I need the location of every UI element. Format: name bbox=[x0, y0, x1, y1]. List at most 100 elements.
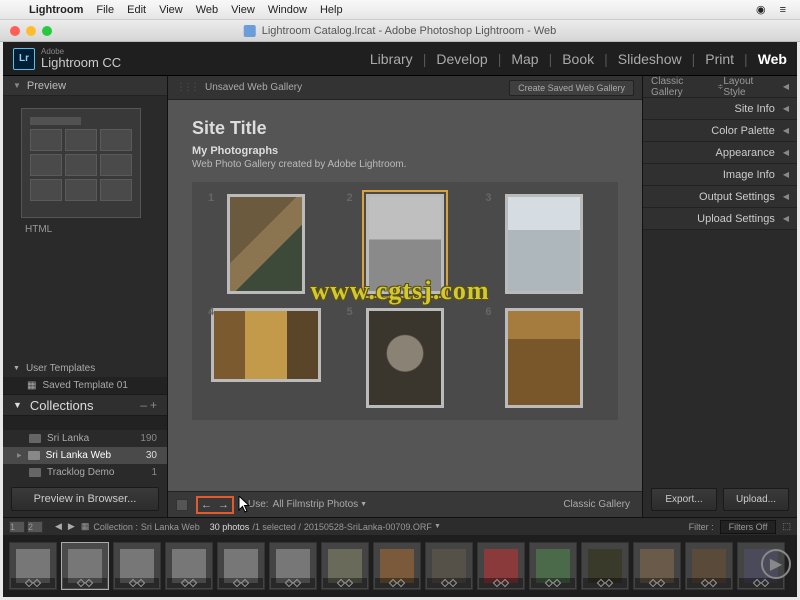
filmstrip-thumb-selected[interactable] bbox=[61, 542, 109, 590]
site-title[interactable]: Site Title bbox=[192, 118, 618, 139]
gallery-thumb[interactable]: 4 bbox=[204, 308, 329, 408]
filmstrip[interactable]: ▶ bbox=[3, 535, 797, 597]
filmstrip-thumb[interactable] bbox=[529, 542, 577, 590]
thumb-index: 4 bbox=[208, 306, 214, 318]
module-library[interactable]: Library bbox=[370, 51, 413, 67]
filmstrip-thumb[interactable] bbox=[165, 542, 213, 590]
collections-plus-icon[interactable]: + bbox=[150, 398, 157, 412]
filmstrip-thumb[interactable] bbox=[217, 542, 265, 590]
app-header: Lr AdobeLightroom CC Library| Develop| M… bbox=[3, 42, 797, 76]
chevron-down-icon[interactable]: ▼ bbox=[434, 523, 441, 530]
use-label: Use: bbox=[248, 499, 269, 510]
chevron-down-icon: ▼ bbox=[13, 365, 20, 372]
menu-extras-icon[interactable]: ≡ bbox=[780, 4, 786, 16]
filmstrip-thumb[interactable] bbox=[581, 542, 629, 590]
preview-panel-header[interactable]: ▼ Preview bbox=[3, 76, 167, 96]
preview-in-browser-button[interactable]: Preview in Browser... bbox=[11, 487, 159, 511]
collection-item-selected[interactable]: ▶ Sri Lanka Web 30 bbox=[3, 447, 167, 464]
filter-lock-icon[interactable]: ⬚ bbox=[782, 521, 791, 532]
gallery-thumbnail-grid: 1 2 3 4 5 6 bbox=[192, 182, 618, 420]
collection-title[interactable]: My Photographs bbox=[192, 145, 618, 157]
filmstrip-thumb[interactable] bbox=[425, 542, 473, 590]
export-button[interactable]: Export... bbox=[651, 488, 717, 511]
collections-panel-header[interactable]: ▼ Collections – + bbox=[3, 394, 167, 416]
gallery-state-label: Unsaved Web Gallery bbox=[205, 82, 302, 93]
prev-page-icon[interactable]: ← bbox=[201, 499, 212, 511]
collection-description[interactable]: Web Photo Gallery created by Adobe Light… bbox=[192, 159, 618, 170]
panel-appearance[interactable]: Appearance◀ bbox=[643, 142, 797, 164]
chevron-left-icon: ◀ bbox=[783, 104, 789, 113]
folder-icon bbox=[29, 468, 41, 477]
grid-icon[interactable]: ▦ bbox=[81, 521, 90, 532]
gallery-thumb[interactable]: 6 bbox=[481, 308, 606, 408]
menu-view-2[interactable]: View bbox=[231, 4, 255, 16]
menu-file[interactable]: File bbox=[96, 4, 114, 16]
template-thumbnail[interactable] bbox=[21, 108, 141, 218]
collection-name: Sri Lanka Web bbox=[46, 450, 111, 461]
collection-count: 1 bbox=[151, 467, 157, 478]
panel-output-settings[interactable]: Output Settings◀ bbox=[643, 186, 797, 208]
stop-icon[interactable] bbox=[176, 499, 188, 511]
panel-color-palette[interactable]: Color Palette◀ bbox=[643, 120, 797, 142]
filmstrip-thumb[interactable] bbox=[269, 542, 317, 590]
center-panel: ⋮⋮⋮ Unsaved Web Gallery Create Saved Web… bbox=[168, 76, 642, 517]
create-saved-gallery-button[interactable]: Create Saved Web Gallery bbox=[509, 80, 634, 96]
collections-minus-icon[interactable]: – bbox=[140, 398, 147, 412]
filmstrip-thumb[interactable] bbox=[477, 542, 525, 590]
module-develop[interactable]: Develop bbox=[436, 51, 487, 67]
gallery-thumb[interactable]: 5 bbox=[343, 308, 468, 408]
gallery-thumb[interactable]: 3 bbox=[481, 194, 606, 294]
slideshow-play-icon[interactable]: ▶ bbox=[761, 549, 791, 579]
filter-dropdown[interactable]: Filters Off bbox=[720, 520, 777, 534]
filmstrip-thumb[interactable] bbox=[9, 542, 57, 590]
menu-edit[interactable]: Edit bbox=[127, 4, 146, 16]
thumb-index: 5 bbox=[347, 306, 353, 318]
user-templates-row[interactable]: ▼ User Templates bbox=[3, 360, 167, 377]
module-picker: Library| Develop| Map| Book| Slideshow| … bbox=[370, 51, 787, 67]
panel-site-info[interactable]: Site Info◀ bbox=[643, 98, 797, 120]
menu-help[interactable]: Help bbox=[320, 4, 343, 16]
filmstrip-thumb[interactable] bbox=[113, 542, 161, 590]
brand-name: Lightroom CC bbox=[41, 55, 121, 70]
chevron-left-icon: ◀ bbox=[783, 126, 789, 135]
nav-buttons-highlighted: ← → bbox=[196, 496, 234, 514]
next-page-icon[interactable]: → bbox=[218, 499, 229, 511]
window-minimize-button[interactable] bbox=[26, 26, 36, 36]
gallery-thumb-selected[interactable]: 2 bbox=[343, 194, 468, 294]
chevron-left-icon: ◀ bbox=[783, 82, 789, 91]
back-icon[interactable]: ◀ bbox=[55, 521, 62, 532]
module-book[interactable]: Book bbox=[562, 51, 594, 67]
engine-name: Classic Gallery bbox=[651, 76, 713, 98]
menu-view[interactable]: View bbox=[159, 4, 183, 16]
forward-icon[interactable]: ▶ bbox=[68, 521, 75, 532]
template-preview: HTML bbox=[3, 96, 167, 247]
filmstrip-thumb[interactable] bbox=[685, 542, 733, 590]
saved-template-row[interactable]: ▦ Saved Template 01 bbox=[3, 377, 167, 394]
module-slideshow[interactable]: Slideshow bbox=[618, 51, 682, 67]
upload-button[interactable]: Upload... bbox=[723, 488, 789, 511]
right-panel: Classic Gallery ≑ Layout Style ◀ Site In… bbox=[642, 76, 797, 517]
collection-item[interactable]: Tracklog Demo 1 bbox=[3, 464, 167, 481]
window-zoom-button[interactable] bbox=[42, 26, 52, 36]
filmstrip-thumb[interactable] bbox=[373, 542, 421, 590]
filmstrip-thumb[interactable] bbox=[321, 542, 369, 590]
module-print[interactable]: Print bbox=[705, 51, 734, 67]
gallery-thumb[interactable]: 1 bbox=[204, 194, 329, 294]
collection-item[interactable]: Sri Lanka 190 bbox=[3, 430, 167, 447]
panel-upload-settings[interactable]: Upload Settings◀ bbox=[643, 208, 797, 230]
photo-count: 30 photos bbox=[210, 522, 250, 532]
engine-row[interactable]: Classic Gallery ≑ Layout Style ◀ bbox=[643, 76, 797, 98]
module-web[interactable]: Web bbox=[758, 51, 787, 67]
module-map[interactable]: Map bbox=[511, 51, 538, 67]
window-close-button[interactable] bbox=[10, 26, 20, 36]
panel-image-info[interactable]: Image Info◀ bbox=[643, 164, 797, 186]
menu-web[interactable]: Web bbox=[196, 4, 218, 16]
secondary-display-icon[interactable]: 12 bbox=[9, 521, 43, 533]
layout-style-label: Layout Style bbox=[723, 76, 775, 98]
filmstrip-thumb[interactable] bbox=[633, 542, 681, 590]
cc-status-icon[interactable]: ◉ bbox=[756, 3, 766, 16]
menu-window[interactable]: Window bbox=[268, 4, 307, 16]
breadcrumb-name[interactable]: Sri Lanka Web bbox=[141, 522, 200, 532]
use-dropdown[interactable]: All Filmstrip Photos bbox=[273, 499, 359, 510]
app-menu[interactable]: Lightroom bbox=[29, 4, 83, 16]
